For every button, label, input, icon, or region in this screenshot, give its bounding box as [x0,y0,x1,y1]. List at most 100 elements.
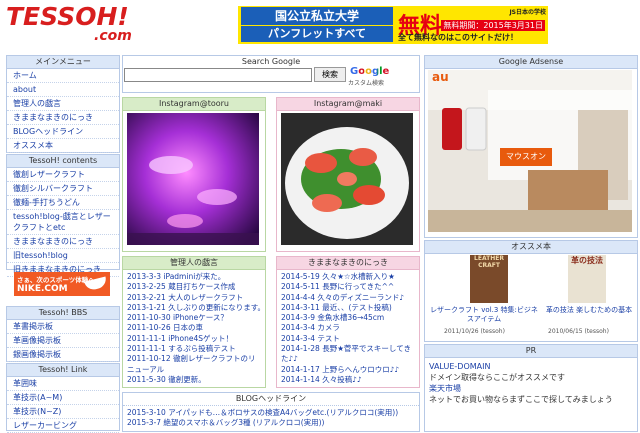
link-box: Tessoh! Link 革囲味 革技示(A~M) 革技示(N~Z) レザーカー… [6,363,120,433]
banner-line2: パンフレットすべて [241,26,393,42]
kanrinin-post[interactable]: 2011-5-30 徹創更新。 [127,375,261,385]
bbs-item-text[interactable]: 革書掲示板 [7,320,119,334]
search-input[interactable] [124,68,312,82]
kimama-post[interactable]: 2014-3-11 最近、、(テスト投稿) [281,303,415,313]
menu-item-kanrinin[interactable]: 管理人の戯言 [7,97,119,111]
kanrinin-post[interactable]: 2011-10-30 iPhoneケース？ [127,313,261,323]
link-item-0[interactable]: 革囲味 [7,377,119,391]
kanrinin-title: 管理人の戯言 [123,257,265,270]
header: TESSOH! .com 国公立私立大学 パンフレットすべて JS日本の学校 無… [0,0,640,52]
instagram-tooru-title: Instagram@tooru [123,98,265,111]
au-logo: au [432,70,449,84]
book-caption-2[interactable]: 革の技法 楽しむための基本 [544,306,634,315]
contents-item-kimama[interactable]: きままなまきのにっき [7,235,119,249]
main-menu: メインメニュー ホーム about 管理人の戯言 きままなまきのにっき BLOG… [6,55,120,153]
kimama-post[interactable]: 2014-1-28 長野★菅平でスキーしてきた♪♪ [281,344,415,365]
link-item-1[interactable]: 革技示(A~M) [7,391,119,405]
book-caption-1-text: レザークラフト vol.3 特集:ビジネスアイテム [430,306,538,323]
search-button[interactable]: 検索 [314,67,346,82]
banner-line1: 国公立私立大学 [241,7,393,25]
nike-ad[interactable]: さぁ、次のスポーツ体験へ NIKE.COM [14,272,110,296]
menu-item-books[interactable]: オススメ本 [7,139,119,153]
banner-brand: JS日本の学校 [509,9,546,16]
pr-text-value-domain: ドメイン取得ならここがオススメです [429,373,565,382]
book-meta-2: 2010/06/15 (tessoh) [548,328,609,335]
google-logo: Google [350,66,389,77]
pr-text-rakuten: ネットでお買い物ならまずここで探してみましょう [429,395,613,404]
bbs-title: Tessoh! BBS [7,307,119,320]
kanrinin-post-list: 2013-3-3 iPadminiが来た。 2013-2-25 蔵目打ちケース作… [123,270,265,387]
contents-item-leather[interactable]: 徹創レザークラフト [7,168,119,182]
kanrinin-post[interactable]: 2011-10-26 日本の車 [127,323,261,333]
kimama-post[interactable]: 2014-3-4 カメラ [281,323,415,333]
google-logo-text: Google [350,66,390,77]
banner-left: 国公立私立大学 パンフレットすべて [238,6,396,44]
pr-link-value-domain[interactable]: VALUE-DOMAIN [429,361,633,372]
link-item-2[interactable]: 革技示(N~Z) [7,405,119,419]
tessoh-contents-list: 徹創レザークラフト 徹創シルバークラフト 徹麺-手打ちうどん tessoh!bl… [7,168,119,277]
kanrinin-post[interactable]: 2011-10-12 徹創レザークラフトのリニューアル [127,354,261,375]
banner-right: JS日本の学校 無料 無料期間：2015年3月31日 全て無料なのはこのサイトだ… [396,6,548,44]
link-item-3[interactable]: レザーカービング [7,419,119,433]
contents-item-old-blog[interactable]: 旧tessoh!blog [7,249,119,263]
pr-title: PR [425,345,637,358]
kimama-title: きままなまきのにっき [277,257,419,270]
kimama-post[interactable]: 2014-5-19 久々★☆水槽新入り★ [281,272,415,282]
kimama-post[interactable]: 2014-3-4 テスト [281,334,415,344]
kimama-post[interactable]: 2014-1-17 上野らへんウロウロ♪♪ [281,365,415,375]
kanrinin-post[interactable]: 2013-1-21 久しぶりの更新になります。 [127,303,261,313]
site-logo[interactable]: TESSOH! .com [6,4,156,48]
instagram-maki-photo[interactable] [281,113,413,245]
blog-headline-list: 2015-3-10 アイパッドも…＆ボロサスの検査A4バッグetc.(リアルクロ… [123,406,419,431]
kanrinin-post[interactable]: 2011-11-1 iPhone4Sゲット！ [127,334,261,344]
contents-item-udon[interactable]: 徹麺-手打ちうどん [7,196,119,210]
bbs-list: 革書掲示板 革画像掲示板 銀画像掲示板 [7,320,119,362]
book-cover-2[interactable]: 革の技法 [568,255,606,303]
menu-item-kimama[interactable]: きままなまきのにっき [7,111,119,125]
banner-deadline: 無料期間：2015年3月31日 [441,20,545,31]
kimama-post[interactable]: 2014-5-11 長野に行ってきた^^ [281,282,415,292]
book-cover-2-title: 革の技法 [571,256,603,265]
kanrinin-box: 管理人の戯言 2013-3-3 iPadminiが来た。 2013-2-25 蔵… [122,256,266,388]
logo-text: TESSOH! [6,2,129,31]
kimama-post[interactable]: 2014-4-4 久々のディズニーランド♪ [281,293,415,303]
menu-item-blog-headline[interactable]: BLOGヘッドライン [7,125,119,139]
pr-link-rakuten[interactable]: 楽天市場 [429,383,633,394]
book-meta-1: 2011/10/26 (tessoh) [444,328,505,335]
bbs-box: Tessoh! BBS 革書掲示板 革画像掲示板 銀画像掲示板 [6,306,120,362]
bbs-item-silver-image[interactable]: 銀画像掲示板 [7,348,119,362]
au-mouseon-button[interactable]: マウスオン [500,148,552,166]
main-menu-list: ホーム about 管理人の戯言 きままなまきのにっき BLOGヘッドライン オ… [7,69,119,153]
kanrinin-post[interactable]: 2013-3-3 iPadminiが来た。 [127,272,261,282]
kanrinin-post[interactable]: 2013-2-21 大人のレザークラフト [127,293,261,303]
banner-free-line: 全て無料なのはこのサイトだけ！ [398,33,518,42]
pr-box: PR VALUE-DOMAIN ドメイン取得ならここがオススメです 楽天市場 ネ… [424,344,638,432]
contents-item-blog[interactable]: tessoh!blog-戯言とレザークラフトとetc [7,210,119,235]
bbs-item-leather-image[interactable]: 革画像掲示板 [7,334,119,348]
book-cover-1-title: LEATHER CRAFT [474,255,504,269]
kimama-post[interactable]: 2014-3-9 金魚水槽36→45cm [281,313,415,323]
menu-item-home[interactable]: ホーム [7,69,119,83]
kanrinin-post[interactable]: 2013-2-25 蔵目打ちケース作成 [127,282,261,292]
kimama-box: きままなまきのにっき 2014-5-19 久々★☆水槽新入り★ 2014-5-1… [276,256,420,388]
kimama-post-list: 2014-5-19 久々★☆水槽新入り★ 2014-5-11 長野に行ってきた^… [277,270,419,387]
blog-headline-box: BLOGヘッドライン 2015-3-10 アイパッドも…＆ボロサスの検査A4バッ… [122,392,420,432]
tessoh-contents-title: TessoH! contents [7,155,119,168]
kimama-post[interactable]: 2014-1-14 久々投稿♪♪ [281,375,415,385]
pr-list: VALUE-DOMAIN ドメイン取得ならここがオススメです 楽天市場 ネットで… [425,358,637,408]
main-menu-title: メインメニュー [7,56,119,69]
kanrinin-post[interactable]: 2011-11-1 するぷら投稿テスト [127,344,261,354]
blog-headline-post[interactable]: 2015-3-7 絶望のスマホ＆バッグ3種 (リアルクロコ(実用)) [127,418,415,428]
google-sub-label: カスタム検索 [348,80,385,87]
blog-headline-post[interactable]: 2015-3-10 アイパッドも…＆ボロサスの検査A4バッグetc.(リアルクロ… [127,408,415,418]
book-caption-2-text: 革の技法 楽しむための基本 [545,306,633,314]
book-cover-1[interactable]: LEATHER CRAFT [470,255,508,303]
contents-item-silver[interactable]: 徹創シルバークラフト [7,182,119,196]
book-caption-1[interactable]: レザークラフト vol.3 特集:ビジネスアイテム [428,306,540,324]
books-title: オススメ本 [425,241,637,254]
adsense-title: Google Adsense [425,56,637,69]
menu-item-about[interactable]: about [7,83,119,97]
instagram-tooru-photo[interactable] [127,113,259,245]
link-title: Tessoh! Link [7,364,119,377]
ad-banner[interactable]: 国公立私立大学 パンフレットすべて JS日本の学校 無料 無料期間：2015年3… [238,6,548,44]
